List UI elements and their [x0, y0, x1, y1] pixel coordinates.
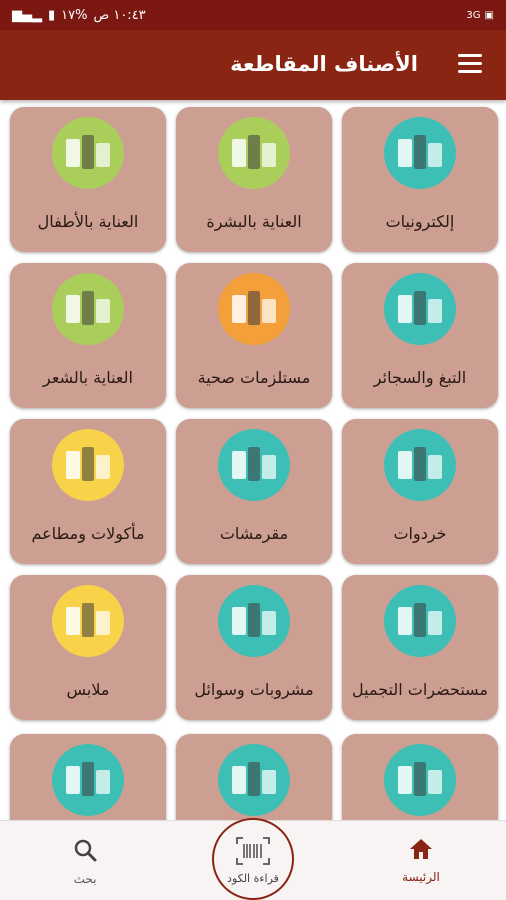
category-card[interactable]: التبغ والسجائر [342, 263, 498, 408]
hardware-icon [384, 429, 456, 501]
category-label: مأكولات ومطاعم [31, 524, 145, 543]
category-label: ملابس [66, 680, 110, 699]
status-right: 3G ▣ [466, 10, 494, 21]
snacks-icon [218, 429, 290, 501]
category-card[interactable]: مأكولات ومطاعم [10, 419, 166, 564]
category-card[interactable]: ملابس [10, 575, 166, 720]
nav-home[interactable]: الرئيسة [376, 837, 466, 884]
network-label: 3G [466, 9, 481, 21]
category-label: مشروبات وسوائل [194, 680, 314, 699]
electronics-icon [384, 117, 456, 189]
status-left: ١٠:٤٣ ص %١٧ ▮ ▂▄▆ [12, 8, 146, 23]
category-label: إلكترونيات [385, 212, 455, 231]
category-card[interactable] [176, 734, 332, 820]
skincare-icon [218, 117, 290, 189]
notification-icon: ▣ [484, 9, 494, 21]
tobacco-icon [384, 273, 456, 345]
groceries-icon [384, 744, 456, 816]
category-card[interactable]: مقرمشات [176, 419, 332, 564]
home-icon [410, 839, 432, 859]
menu-icon-line [458, 70, 482, 73]
category-card[interactable]: العناية بالشعر [10, 263, 166, 408]
baby-care-icon [52, 117, 124, 189]
category-label: العناية بالشعر [43, 368, 133, 387]
hygiene-icon [218, 273, 290, 345]
signal-icon: ▂▄▆ [12, 7, 42, 23]
app-bar: الأصناف المقاطعة [0, 30, 506, 100]
drinks-icon [218, 585, 290, 657]
category-label: خردوات [393, 524, 447, 543]
category-grid: إلكترونيات العناية بالبشرة العناية بالأطفا… [0, 100, 506, 820]
category-label: مستلزمات صحية [197, 368, 311, 387]
category-card[interactable]: مستلزمات صحية [176, 263, 332, 408]
menu-button[interactable] [458, 54, 484, 76]
page-title: الأصناف المقاطعة [230, 52, 418, 76]
category-label: العناية بالأطفال [37, 212, 139, 231]
battery-icon: ▮ [48, 7, 56, 23]
scan-barcode-button[interactable]: قراءة الكود [212, 818, 294, 900]
clothes-icon [52, 585, 124, 657]
category-card[interactable]: إلكترونيات [342, 107, 498, 252]
haircare-icon [52, 273, 124, 345]
detergent-icon [52, 744, 124, 816]
menu-icon-line [458, 54, 482, 57]
battery-percent: %١٧ [61, 7, 88, 23]
category-card[interactable]: العناية بالبشرة [176, 107, 332, 252]
status-bar: ١٠:٤٣ ص %١٧ ▮ ▂▄▆ 3G ▣ [0, 0, 506, 30]
nav-search[interactable]: بحث [40, 837, 130, 886]
category-card[interactable]: العناية بالأطفال [10, 107, 166, 252]
scan-label: قراءة الكود [227, 872, 279, 885]
cosmetics-icon [384, 585, 456, 657]
search-icon [74, 839, 97, 862]
category-label: مقرمشات [219, 524, 289, 543]
category-card[interactable]: خردوات [342, 419, 498, 564]
barcode-scan-icon [236, 837, 270, 865]
dairy-icon [218, 744, 290, 816]
category-card[interactable] [342, 734, 498, 820]
nav-search-label: بحث [73, 872, 97, 886]
restaurant-icon [52, 429, 124, 501]
category-card[interactable]: مستحضرات التجميل [342, 575, 498, 720]
category-label: التبغ والسجائر [373, 368, 467, 387]
category-card[interactable]: مشروبات وسوائل [176, 575, 332, 720]
category-card[interactable] [10, 734, 166, 820]
status-time: ١٠:٤٣ ص [93, 7, 146, 23]
nav-home-label: الرئيسة [402, 870, 440, 884]
menu-icon-line [458, 62, 482, 65]
category-label: مستحضرات التجميل [352, 680, 488, 699]
category-label: العناية بالبشرة [206, 212, 302, 231]
